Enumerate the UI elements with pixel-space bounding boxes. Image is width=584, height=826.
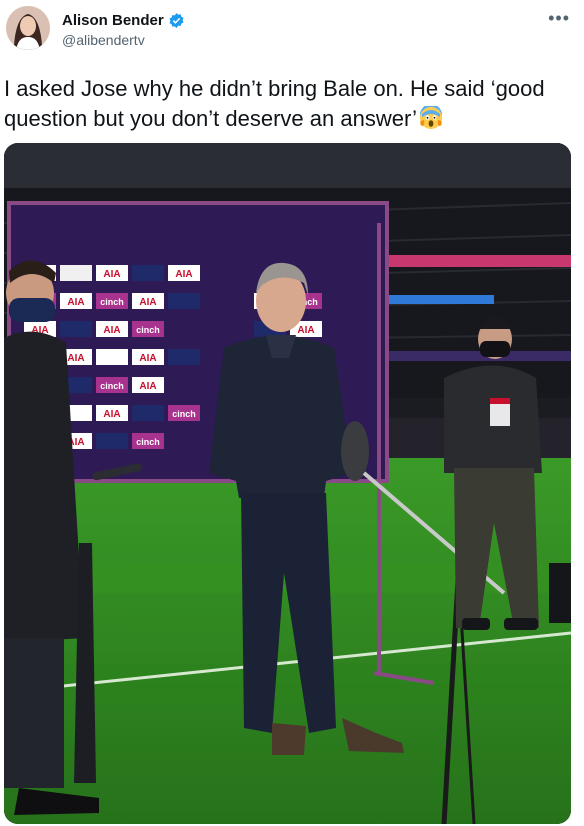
svg-text:AIA: AIA <box>297 325 314 336</box>
tweet-text: I asked Jose why he didn’t bring Bale on… <box>4 74 580 134</box>
more-horizontal-icon[interactable]: ••• <box>548 8 570 29</box>
face-screaming-in-fear-icon <box>419 104 443 130</box>
avatar-image <box>6 6 50 50</box>
author-name-row: Alison Bender <box>62 12 185 29</box>
author-handle[interactable]: @alibendertv <box>62 32 145 48</box>
svg-text:AIA: AIA <box>103 325 120 336</box>
svg-text:cinch: cinch <box>136 437 160 447</box>
avatar[interactable] <box>6 6 50 50</box>
svg-text:AIA: AIA <box>175 269 192 280</box>
svg-text:AIA: AIA <box>139 381 156 392</box>
author-display-name[interactable]: Alison Bender <box>62 12 164 29</box>
svg-text:cinch: cinch <box>100 381 124 391</box>
svg-text:AIA: AIA <box>67 353 84 364</box>
tweet-photo[interactable]: AIA AIA AIA cinch AIA cinch AIA <box>4 143 571 824</box>
tweet-text-body: I asked Jose why he didn’t bring Bale on… <box>4 76 545 131</box>
svg-text:AIA: AIA <box>139 353 156 364</box>
svg-text:cinch: cinch <box>136 325 160 335</box>
svg-text:AIA: AIA <box>67 297 84 308</box>
svg-text:AIA: AIA <box>103 409 120 420</box>
svg-text:cinch: cinch <box>172 409 196 419</box>
svg-text:AIA: AIA <box>103 269 120 280</box>
svg-text:AIA: AIA <box>139 297 156 308</box>
verified-badge-icon <box>168 12 185 29</box>
svg-text:cinch: cinch <box>100 297 124 307</box>
photo-scene: AIA AIA AIA cinch AIA cinch AIA <box>4 143 571 824</box>
